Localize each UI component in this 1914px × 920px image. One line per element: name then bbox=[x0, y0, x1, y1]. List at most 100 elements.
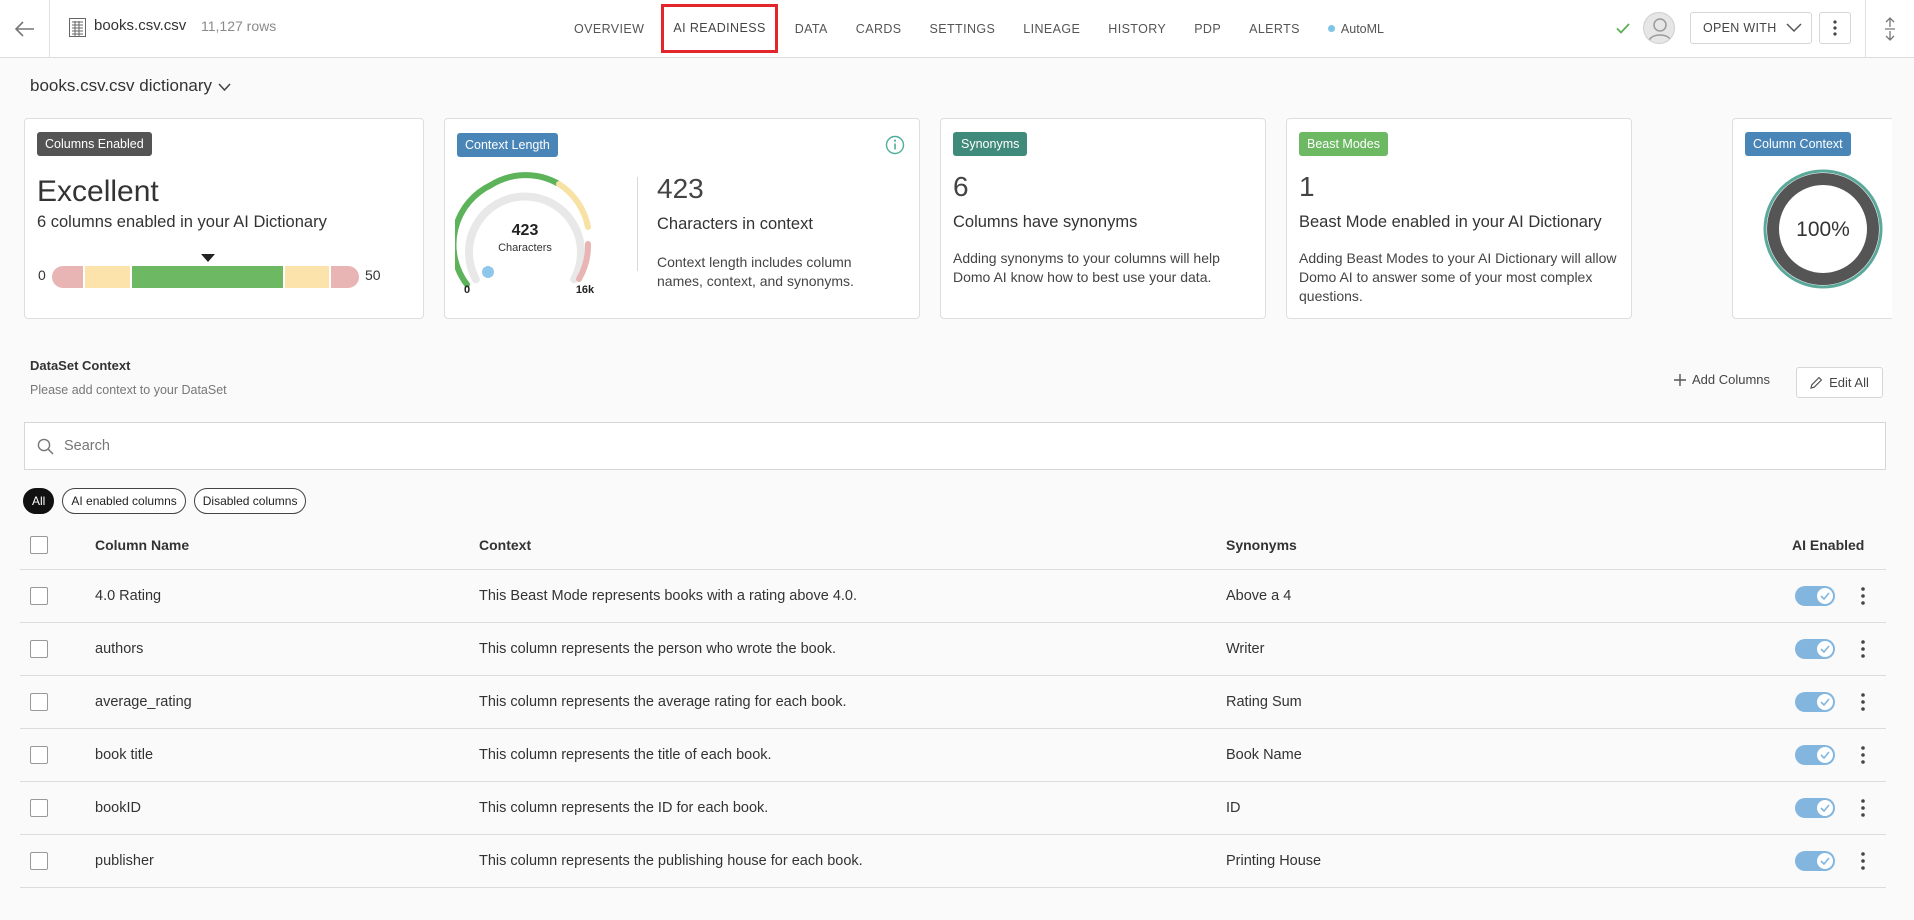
header-context[interactable]: Context bbox=[479, 521, 531, 569]
row-checkbox[interactable] bbox=[30, 852, 48, 870]
check-icon bbox=[1820, 751, 1830, 759]
expand-collapse-handle[interactable] bbox=[1865, 0, 1914, 57]
context-length-gauge: 423 Characters 0 16k bbox=[455, 172, 595, 296]
table-row[interactable]: average_rating This column represents th… bbox=[20, 676, 1886, 729]
row-context[interactable]: This column represents the publishing ho… bbox=[479, 835, 863, 887]
tab-lineage[interactable]: LINEAGE bbox=[1023, 22, 1080, 36]
context-length-value: 423 bbox=[657, 173, 704, 204]
table-row[interactable]: authors This column represents the perso… bbox=[20, 623, 1886, 676]
row-context[interactable]: This column represents the average ratin… bbox=[479, 676, 847, 728]
table-row[interactable]: bookID This column represents the ID for… bbox=[20, 782, 1886, 835]
table-row[interactable]: book title This column represents the ti… bbox=[20, 729, 1886, 782]
row-column-name: 4.0 Rating bbox=[95, 588, 162, 604]
row-more-options-icon[interactable] bbox=[1859, 692, 1867, 712]
row-synonyms[interactable]: Printing House bbox=[1226, 835, 1321, 887]
ai-enabled-toggle[interactable] bbox=[1795, 798, 1835, 818]
table-row[interactable]: 4.0 Rating This Beast Mode represents bo… bbox=[20, 570, 1886, 623]
row-column-name: book title bbox=[95, 747, 154, 763]
chevron-down-icon bbox=[1786, 23, 1802, 33]
back-button[interactable] bbox=[0, 0, 50, 57]
top-bar: books.csv.csv 11,127 rows OVERVIEW AI RE… bbox=[0, 0, 1914, 58]
check-icon bbox=[1820, 857, 1830, 865]
ai-enabled-toggle[interactable] bbox=[1795, 851, 1835, 871]
rating-marker-icon bbox=[201, 254, 215, 262]
row-synonyms[interactable]: Above a 4 bbox=[1226, 570, 1291, 622]
context-length-badge: Context Length bbox=[457, 133, 558, 157]
card-divider bbox=[637, 177, 638, 271]
ai-enabled-toggle[interactable] bbox=[1795, 745, 1835, 765]
tab-alerts[interactable]: ALERTS bbox=[1249, 22, 1300, 36]
column-context-card: Column Context 100% bbox=[1732, 118, 1892, 319]
column-context-value: 100% bbox=[1796, 218, 1850, 241]
select-all-checkbox[interactable] bbox=[30, 536, 48, 554]
search-input[interactable] bbox=[64, 438, 1844, 454]
tab-overview[interactable]: OVERVIEW bbox=[574, 22, 644, 36]
header-column-name[interactable]: Column Name bbox=[95, 521, 189, 569]
row-more-options-icon[interactable] bbox=[1859, 745, 1867, 765]
row-checkbox[interactable] bbox=[30, 640, 48, 658]
row-synonyms[interactable]: Writer bbox=[1226, 623, 1264, 675]
automl-status-dot bbox=[1327, 24, 1335, 32]
row-context[interactable]: This column represents the person who wr… bbox=[479, 623, 836, 675]
row-synonyms[interactable]: ID bbox=[1226, 782, 1241, 834]
avatar[interactable] bbox=[1643, 12, 1675, 44]
tab-data[interactable]: DATA bbox=[795, 22, 828, 36]
dataset-name[interactable]: books.csv.csv bbox=[94, 17, 186, 34]
open-with-button[interactable]: OPEN WITH bbox=[1690, 12, 1812, 44]
tab-settings[interactable]: SETTINGS bbox=[930, 22, 996, 36]
scale-min-label: 0 bbox=[38, 267, 46, 283]
row-more-options-icon[interactable] bbox=[1859, 639, 1867, 659]
scale-max-label: 50 bbox=[365, 267, 381, 283]
columns-enabled-badge: Columns Enabled bbox=[37, 132, 152, 156]
row-checkbox[interactable] bbox=[30, 746, 48, 764]
beast-modes-value: 1 bbox=[1299, 171, 1315, 202]
arrows-vertical-icon bbox=[1885, 16, 1895, 41]
search-box bbox=[24, 422, 1886, 470]
filter-disabled[interactable]: Disabled columns bbox=[193, 488, 307, 514]
chevron-down-icon bbox=[218, 82, 231, 91]
synonyms-description: Adding synonyms to your columns will hel… bbox=[953, 250, 1220, 285]
beast-modes-subtitle: Beast Mode enabled in your AI Dictionary bbox=[1299, 213, 1602, 231]
row-more-options-icon[interactable] bbox=[1859, 586, 1867, 606]
row-more-options-icon[interactable] bbox=[1859, 851, 1867, 871]
row-checkbox[interactable] bbox=[30, 587, 48, 605]
beast-modes-description: Adding Beast Modes to your AI Dictionary… bbox=[1299, 250, 1617, 304]
row-context[interactable]: This Beast Mode represents books with a … bbox=[479, 570, 857, 622]
row-more-options-icon[interactable] bbox=[1859, 798, 1867, 818]
tab-ai-readiness[interactable]: AI READINESS bbox=[661, 4, 778, 53]
row-context[interactable]: This column represents the title of each… bbox=[479, 729, 772, 781]
filter-ai-enabled[interactable]: AI enabled columns bbox=[62, 488, 186, 514]
tab-history[interactable]: HISTORY bbox=[1108, 22, 1166, 36]
header-ai-enabled[interactable]: AI Enabled bbox=[1792, 521, 1864, 569]
pencil-icon bbox=[1810, 376, 1823, 389]
row-synonyms[interactable]: Book Name bbox=[1226, 729, 1302, 781]
open-with-label: OPEN WITH bbox=[1703, 21, 1777, 35]
plus-icon bbox=[1674, 373, 1686, 386]
row-context[interactable]: This column represents the ID for each b… bbox=[479, 782, 768, 834]
row-count: 11,127 rows bbox=[201, 18, 277, 34]
header-synonyms[interactable]: Synonyms bbox=[1226, 521, 1297, 569]
filter-all[interactable]: All bbox=[23, 488, 55, 514]
row-checkbox[interactable] bbox=[30, 693, 48, 711]
ai-enabled-toggle[interactable] bbox=[1795, 692, 1835, 712]
filter-chips: All AI enabled columns Disabled columns bbox=[23, 488, 314, 514]
ai-enabled-toggle[interactable] bbox=[1795, 586, 1835, 606]
edit-all-button[interactable]: Edit All bbox=[1796, 367, 1883, 398]
table-body: 4.0 Rating This Beast Mode represents bo… bbox=[20, 570, 1886, 888]
table-row[interactable]: publisher This column represents the pub… bbox=[20, 835, 1886, 888]
synonyms-badge: Synonyms bbox=[953, 132, 1028, 156]
tab-bar: OVERVIEW AI READINESS DATA CARDS SETTING… bbox=[574, 0, 1412, 57]
dictionary-title[interactable]: books.csv.csv dictionary bbox=[30, 76, 231, 96]
row-checkbox[interactable] bbox=[30, 799, 48, 817]
gauge-min: 0 bbox=[464, 284, 470, 296]
ai-enabled-toggle[interactable] bbox=[1795, 639, 1835, 659]
tab-pdp[interactable]: PDP bbox=[1194, 22, 1221, 36]
check-icon bbox=[1820, 592, 1830, 600]
add-columns-button[interactable]: Add Columns bbox=[1673, 372, 1770, 387]
tab-automl[interactable]: AutoML bbox=[1327, 22, 1384, 36]
gauge-max: 16k bbox=[576, 284, 595, 296]
info-icon[interactable] bbox=[885, 135, 905, 155]
more-options-button[interactable] bbox=[1819, 12, 1851, 44]
tab-cards[interactable]: CARDS bbox=[856, 22, 902, 36]
row-synonyms[interactable]: Rating Sum bbox=[1226, 676, 1302, 728]
